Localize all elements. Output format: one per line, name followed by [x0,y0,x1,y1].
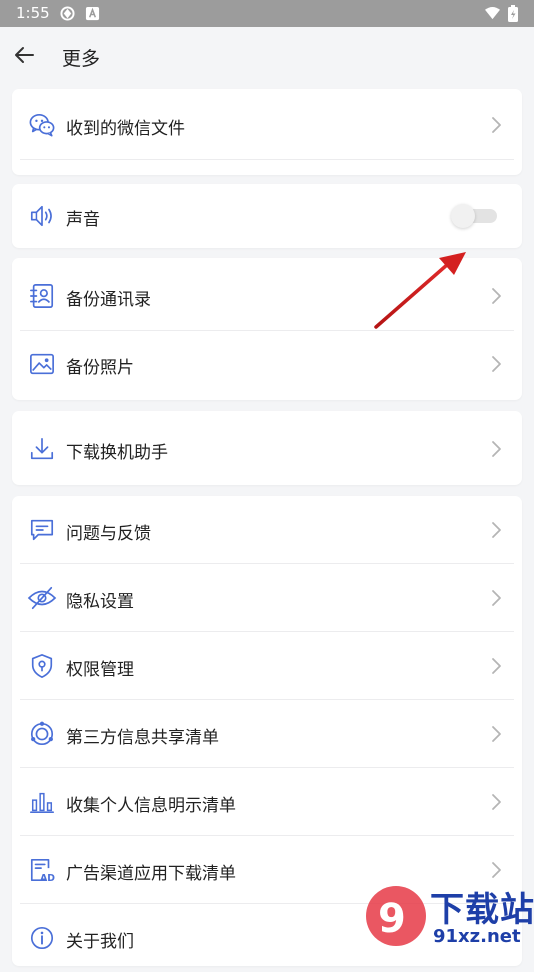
download-card: 下载换机助手 [12,411,522,485]
wechat-files-label: 收到的微信文件 [66,119,185,139]
chevron-right-icon [492,356,501,372]
watermark-url: 91xz.net [433,926,521,947]
app-status-icon [60,6,75,21]
status-bar: 1:55 [0,0,534,27]
status-time: 1:55 [16,4,50,22]
backup-photos-label: 备份照片 [66,358,134,378]
wechat-files-card: 收到的微信文件 [12,89,522,175]
feedback-row[interactable]: 问题与反馈 [12,496,522,564]
ad-document-icon: AD [30,858,55,883]
notification-a-icon [85,6,100,21]
wechat-icon [29,113,55,137]
page-title: 更多 [62,48,101,70]
page-header: 更多 [0,27,534,87]
download-helper-label: 下载换机助手 [66,443,168,463]
shield-pin-icon [31,654,53,678]
back-arrow-icon[interactable] [12,43,36,67]
annotation-arrow [374,252,466,329]
watermark-text: 下载站 [430,890,534,930]
permissions-label: 权限管理 [66,660,134,680]
divider [20,159,514,160]
third-party-row[interactable]: 第三方信息共享清单 [12,700,522,768]
download-icon [30,437,54,460]
chevron-right-icon [492,288,501,304]
sound-toggle[interactable] [451,204,497,228]
personal-info-row[interactable]: 收集个人信息明示清单 [12,768,522,836]
feedback-label: 问题与反馈 [66,524,151,544]
toggle-knob [451,204,475,228]
eye-off-icon [27,586,57,610]
svg-text:AD: AD [40,873,55,883]
chat-bubble-icon [30,519,54,541]
image-icon [30,353,54,375]
privacy-label: 隐私设置 [66,592,134,612]
share-circle-icon [30,721,54,746]
third-party-label: 第三方信息共享清单 [66,728,219,748]
sound-row: 声音 [12,184,522,248]
about-label: 关于我们 [66,932,134,952]
chevron-right-icon [492,590,501,606]
download-helper-row[interactable]: 下载换机助手 [12,415,522,483]
chevron-right-icon [492,726,501,742]
permissions-row[interactable]: 权限管理 [12,632,522,700]
speaker-icon [30,205,52,227]
wechat-files-row[interactable]: 收到的微信文件 [12,91,522,159]
contacts-book-icon [30,284,54,308]
sound-label: 声音 [66,210,100,230]
bar-chart-icon [30,792,54,814]
svg-text:9: 9 [378,896,406,942]
backup-contacts-label: 备份通讯录 [66,290,151,310]
backup-photos-row[interactable]: 备份照片 [12,330,522,398]
chevron-right-icon [492,862,501,878]
privacy-row[interactable]: 隐私设置 [12,564,522,632]
info-icon [30,926,54,950]
chevron-right-icon [492,658,501,674]
chevron-right-icon [492,441,501,457]
wifi-icon [485,6,500,20]
ad-channel-label: 广告渠道应用下载清单 [66,864,236,884]
chevron-right-icon [492,522,501,538]
chevron-right-icon [492,117,501,133]
battery-icon [508,5,518,22]
personal-info-label: 收集个人信息明示清单 [66,796,236,816]
sound-card: 声音 [12,184,522,248]
chevron-right-icon [492,794,501,810]
